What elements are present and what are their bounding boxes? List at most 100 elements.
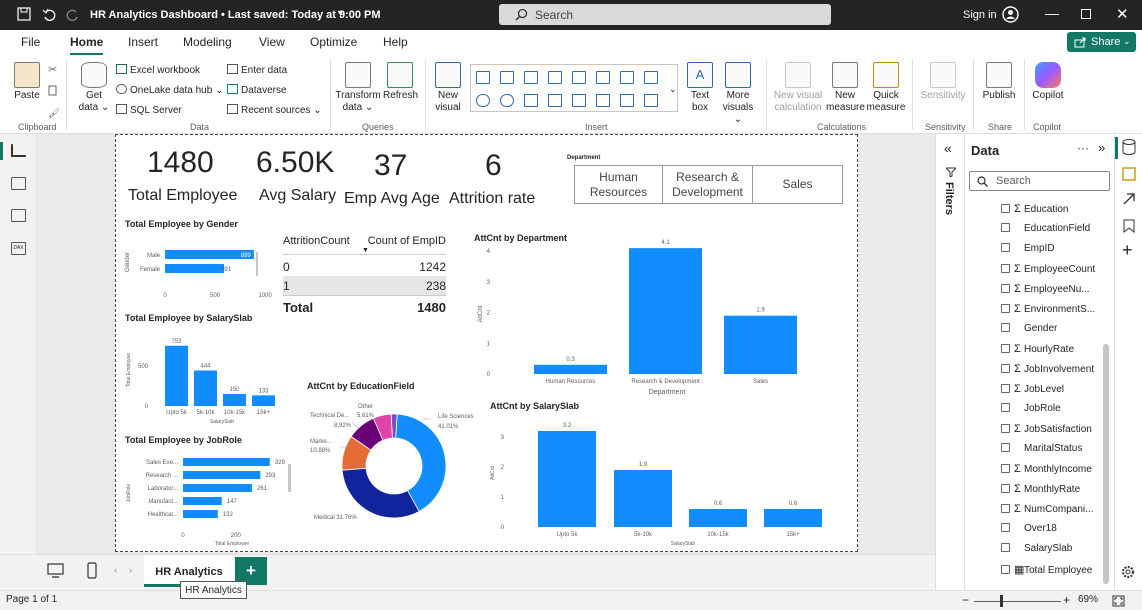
- zoom-slider-track[interactable]: [974, 601, 1061, 602]
- field-item[interactable]: EmpID: [1001, 243, 1055, 254]
- data-pane-icon[interactable]: [1122, 139, 1136, 155]
- field-item[interactable]: MaritalStatus: [1001, 443, 1082, 454]
- scrollbar[interactable]: [256, 252, 258, 276]
- bar-jobrole[interactable]: [183, 510, 218, 518]
- field-item[interactable]: Σ HourlyRate: [1001, 343, 1074, 355]
- bar-salaryslab-attrition[interactable]: [614, 470, 672, 527]
- field-item[interactable]: Σ MonthlyIncome: [1001, 463, 1092, 475]
- sigma-icon: Σ: [1014, 483, 1021, 495]
- field-label: JobInvolvement: [1024, 364, 1095, 375]
- data-label: 329: [275, 460, 286, 466]
- field-checkbox[interactable]: [1001, 443, 1010, 452]
- field-checkbox[interactable]: [1001, 504, 1010, 513]
- bar-salaryslab[interactable]: [223, 394, 246, 406]
- fit-to-page-icon[interactable]: [1112, 595, 1125, 607]
- field-item[interactable]: Over18: [1001, 523, 1057, 534]
- more-options-icon[interactable]: ···: [1077, 141, 1089, 155]
- collapse-pane-icon[interactable]: »: [1098, 140, 1105, 155]
- field-checkbox[interactable]: [1001, 364, 1010, 373]
- field-label: JobRole: [1024, 403, 1061, 414]
- donut-slice[interactable]: [341, 467, 420, 519]
- bar-jobrole[interactable]: [183, 484, 252, 492]
- field-checkbox[interactable]: [1001, 344, 1010, 353]
- bookmark-icon[interactable]: [1123, 219, 1135, 233]
- field-item[interactable]: JobRole: [1001, 403, 1061, 414]
- field-item[interactable]: EducationField: [1001, 223, 1090, 234]
- field-checkbox[interactable]: [1001, 484, 1010, 493]
- scrollbar-thumb[interactable]: [1103, 344, 1109, 584]
- field-label: Education: [1024, 204, 1069, 215]
- field-item[interactable]: Σ EmployeeNu...: [1001, 283, 1090, 295]
- scroll-left-icon[interactable]: ‹: [114, 565, 117, 576]
- donut-slice[interactable]: [390, 413, 398, 439]
- field-item[interactable]: Σ JobInvolvement: [1001, 363, 1094, 375]
- zoom-slider-thumb[interactable]: [1000, 595, 1004, 607]
- field-checkbox[interactable]: [1001, 403, 1010, 412]
- zoom-in-icon[interactable]: +: [1063, 593, 1070, 607]
- expand-filters-icon[interactable]: «: [944, 140, 952, 156]
- field-item[interactable]: Σ Education: [1001, 203, 1068, 215]
- bar-department[interactable]: [534, 364, 607, 374]
- bar-jobrole[interactable]: [183, 471, 261, 479]
- bar-salaryslab[interactable]: [252, 395, 275, 406]
- leader-line: [351, 421, 359, 429]
- format-pane-icon[interactable]: [1122, 167, 1136, 181]
- category-label: Research ...: [146, 473, 179, 479]
- field-checkbox[interactable]: [1001, 424, 1010, 433]
- field-checkbox[interactable]: [1001, 543, 1010, 552]
- field-item[interactable]: Σ JobSatisfaction: [1001, 423, 1092, 435]
- bar-department[interactable]: [629, 248, 702, 374]
- field-checkbox[interactable]: [1001, 304, 1010, 313]
- desktop-layout-icon[interactable]: [47, 563, 64, 579]
- data-search-input[interactable]: Search: [969, 171, 1110, 191]
- bar-salaryslab-attrition[interactable]: [689, 509, 747, 527]
- field-label: EducationField: [1024, 223, 1091, 234]
- field-item[interactable]: Gender: [1001, 323, 1057, 334]
- field-checkbox[interactable]: [1001, 464, 1010, 473]
- field-checkbox[interactable]: [1001, 204, 1010, 213]
- axis-label: JobRole: [126, 484, 132, 503]
- scroll-right-icon[interactable]: ›: [129, 565, 132, 576]
- field-item[interactable]: ▦Total Employee: [1001, 563, 1092, 576]
- tick-label: 1: [501, 495, 505, 501]
- settings-icon[interactable]: [1120, 564, 1136, 580]
- field-checkbox[interactable]: [1001, 243, 1010, 252]
- field-checkbox[interactable]: [1001, 323, 1010, 332]
- bar-salaryslab[interactable]: [165, 345, 188, 406]
- sigma-icon: Σ: [1014, 363, 1021, 375]
- zoom-level[interactable]: 69%: [1078, 594, 1098, 605]
- field-item[interactable]: SalarySlab: [1001, 543, 1072, 554]
- bar-department[interactable]: [724, 315, 797, 374]
- field-checkbox[interactable]: [1001, 384, 1010, 393]
- category-label: Laborator...: [148, 486, 179, 492]
- field-label: MonthlyRate: [1024, 484, 1081, 495]
- field-item[interactable]: Σ EnvironmentS...: [1001, 303, 1095, 315]
- field-item[interactable]: Σ MonthlyRate: [1001, 483, 1080, 495]
- data-pane-title: Data: [971, 143, 1000, 158]
- field-item[interactable]: Σ JobLevel: [1001, 383, 1064, 395]
- axis-label: SalarySlab: [210, 419, 234, 425]
- bar-jobrole[interactable]: [183, 497, 222, 505]
- bar-gender[interactable]: [165, 264, 225, 273]
- build-visual-icon[interactable]: [1122, 192, 1136, 206]
- field-checkbox[interactable]: [1001, 565, 1010, 574]
- field-checkbox[interactable]: [1001, 264, 1010, 273]
- field-checkbox[interactable]: [1001, 223, 1010, 232]
- zoom-out-icon[interactable]: −: [962, 593, 969, 607]
- bar-salaryslab-attrition[interactable]: [764, 509, 822, 527]
- tick-label: 500: [138, 364, 149, 370]
- field-item[interactable]: Σ NumCompani...: [1001, 503, 1093, 515]
- field-label: EnvironmentS...: [1024, 304, 1096, 315]
- bar-jobrole[interactable]: [183, 458, 270, 466]
- scrollbar[interactable]: [288, 464, 291, 492]
- field-item[interactable]: Σ EmployeeCount: [1001, 263, 1095, 275]
- filters-pane-collapsed[interactable]: « Filters: [935, 134, 964, 590]
- sigma-icon: Σ: [1014, 423, 1021, 435]
- field-checkbox[interactable]: [1001, 284, 1010, 293]
- mobile-layout-icon[interactable]: [87, 562, 97, 579]
- bar-salaryslab[interactable]: [194, 370, 217, 406]
- add-pane-icon[interactable]: +: [1122, 240, 1133, 261]
- data-label: 150: [229, 387, 240, 393]
- bar-salaryslab-attrition[interactable]: [538, 431, 596, 527]
- field-checkbox[interactable]: [1001, 523, 1010, 532]
